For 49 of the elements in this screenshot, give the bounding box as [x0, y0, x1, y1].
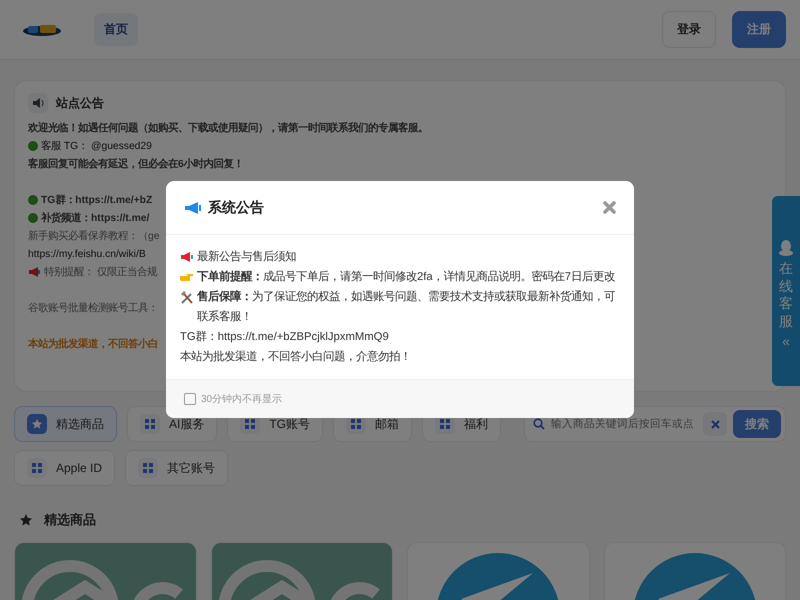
category-tab[interactable]: Apple ID [14, 450, 116, 486]
close-icon [710, 420, 720, 428]
notice-text: 新手购买必看保养教程：（ge [28, 229, 160, 243]
notice-title: 站点公告 [56, 94, 104, 112]
category-tab[interactable]: 其它账号 [125, 450, 228, 486]
login-button[interactable]: 登录 [662, 11, 716, 48]
dialog-text: 售后保障：为了保证您的权益，如遇账号问题、需要技术支持或获取最新补货通知，可联系客服！ [197, 289, 616, 326]
grid-icon [138, 458, 158, 478]
category-tab[interactable]: 精选商品 [14, 406, 117, 442]
bullet-dot-icon [28, 141, 38, 151]
notice-text: 欢迎光临！如遇任何问题（如购买、下载或使用疑问），请第一时间联系我们的专属客服。 [28, 121, 428, 135]
dialog-text: 本站为批发渠道，不回答小白问题，介意勿拍！ [180, 350, 412, 366]
notice-text: 客服 TG： @guessed29 [41, 139, 152, 153]
dialog-title: 系统公告 [208, 198, 264, 217]
bullet-dot-icon [28, 195, 38, 205]
notice-text: 本站为批发渠道，不回答小白 [28, 337, 158, 351]
section-title: 精选商品 [44, 511, 96, 529]
close-button[interactable] [603, 201, 616, 214]
tools-icon [180, 291, 194, 304]
dialog-text: TG群：https://t.me/+bZBPcjklJpxmMmQ9 [180, 330, 390, 346]
register-button[interactable]: 注册 [732, 11, 786, 48]
notice-text: https://my.feishu.cn/wiki/B [28, 248, 146, 260]
bullet-dot-icon [28, 213, 38, 223]
speaker-icon [28, 93, 48, 113]
online-support-tab[interactable]: 在线客服 « [772, 196, 800, 386]
notice-text: 特别提醒： 仅限正当合规 [44, 266, 157, 279]
search-button[interactable]: 搜索 [733, 410, 781, 438]
notice-text: 客服回复可能会有延迟，但必会在6小时内回复！ [28, 157, 244, 171]
close-icon [603, 201, 616, 214]
collapse-arrow: « [782, 334, 790, 348]
clear-button[interactable] [703, 412, 727, 436]
search-icon [533, 418, 545, 430]
megaphone-icon [28, 266, 41, 278]
notice-text: 谷歌账号批量检测账号工具： [28, 302, 158, 315]
notice-text: 补货频道：https://t.me/ [41, 211, 150, 225]
search-field[interactable]: 输入商品关键词后按回车或点 [525, 407, 697, 441]
notice-text: TG群：https://t.me/+bZ [41, 193, 152, 207]
star-icon [20, 514, 32, 526]
checkbox[interactable] [184, 393, 196, 406]
support-label: 在线客服 [779, 260, 793, 330]
grid-icon [140, 414, 160, 434]
nav-link[interactable]: 首页 [94, 13, 138, 46]
logo-drawing [22, 22, 62, 36]
checkbox-label: 30分钟内不再显示 [201, 392, 282, 406]
dialog-text: 最新公告与售后须知 [197, 249, 297, 266]
megaphone-icon [184, 200, 202, 215]
grid-icon [27, 458, 47, 478]
megaphone-icon [180, 251, 194, 264]
dialog-text: 下单前提醒：成品号下单后，请第一时间修改2fa，详情见商品说明。密码在7日后更改 [197, 269, 616, 286]
